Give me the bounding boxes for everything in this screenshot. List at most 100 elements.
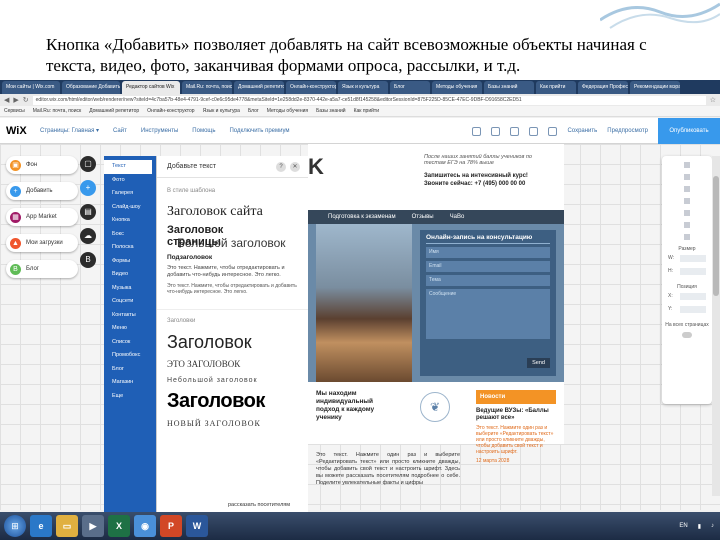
language-indicator[interactable]: EN [679,523,687,529]
send-button[interactable]: Send [527,358,550,368]
bookmark[interactable]: Mail.Ru: почта, поиск [33,108,81,114]
email-field[interactable]: Email [426,261,550,272]
mobile-icon[interactable] [548,126,558,136]
menu-tools[interactable]: Инструменты [141,128,178,134]
browser-tab[interactable]: Образование Добавить [62,81,120,94]
browser-tab[interactable]: Mail.Ru: почта, поиск [182,81,232,94]
duplicate-icon[interactable] [684,198,690,204]
distribute-icon[interactable] [684,234,690,240]
paste-icon[interactable] [684,186,690,192]
category-strip[interactable]: Полоска [104,241,156,255]
media-icon[interactable]: ▶ [82,515,104,537]
browser-tab[interactable]: Домашний репетитор [234,81,284,94]
redo-icon[interactable] [510,126,520,136]
site-nav-item[interactable]: ЧаВо [450,214,465,220]
category-slideshow[interactable]: Слайд-шоу [104,201,156,215]
chrome-icon[interactable]: ◉ [134,515,156,537]
x-input[interactable] [680,293,706,300]
big-heading-item[interactable]: Большой заголовок [177,236,298,250]
desktop-icon[interactable] [529,126,539,136]
heading-big-item[interactable]: Заголовок [167,332,298,353]
bookmark[interactable]: Онлайн-конструктор [147,108,194,114]
close-icon[interactable]: ✕ [290,162,300,172]
url-field[interactable]: editor.wix.com/html/editor/web/renderer/… [32,95,706,105]
category-box[interactable]: Бокс [104,228,156,242]
bookmark[interactable]: Язык и культура [203,108,240,114]
paragraph-item-2[interactable]: Это текст. Нажмите, чтобы отредактироват… [167,283,298,295]
blog-dark-icon[interactable]: B [80,252,96,268]
layers-icon[interactable] [684,162,690,168]
powerpoint-icon[interactable]: P [160,515,182,537]
browser-tab[interactable]: Мои сайты | Wix.com [2,81,60,94]
bookmark[interactable]: Базы знаний [316,108,345,114]
preview-button[interactable]: Предпросмотр [607,128,648,134]
background-dark-icon[interactable]: ▢ [80,156,96,172]
heading-new-item[interactable]: НОВЫЙ ЗАГОЛОВОК [167,419,298,428]
bookmark[interactable]: Методы обучения [267,108,308,114]
ie-icon[interactable]: e [30,515,52,537]
message-field[interactable]: Сообщение [426,289,550,339]
help-icon[interactable]: ? [276,162,286,172]
star-icon[interactable]: ☆ [710,96,720,104]
zoom-icon[interactable] [472,126,482,136]
site-heading-item[interactable]: Заголовок сайта [167,204,298,220]
store-dark-icon[interactable]: ▤ [80,204,96,220]
browser-tab[interactable]: Как прийти [536,81,576,94]
width-input[interactable] [680,255,706,262]
save-button[interactable]: Сохранить [567,128,597,134]
word-icon[interactable]: W [186,515,208,537]
volume-icon[interactable]: ♪ [711,523,714,529]
plus-dark-icon[interactable]: + [80,180,96,196]
category-contacts[interactable]: Контакты [104,309,156,323]
menu-site[interactable]: Сайт [113,128,127,134]
subheading-item[interactable]: Подзаголовок [167,254,298,261]
category-photo[interactable]: Фото [104,174,156,188]
category-blog[interactable]: Блог [104,363,156,377]
site-nav-item[interactable]: Отзывы [412,214,434,220]
browser-tab[interactable]: Федерация Професси [578,81,628,94]
reload-icon[interactable]: ↻ [23,96,29,104]
all-pages-toggle[interactable] [682,332,692,338]
bookmark[interactable]: Домашний репетитор [89,108,139,114]
bookmark[interactable]: Блог [248,108,259,114]
undo-icon[interactable] [491,126,501,136]
canvas-scrollbar[interactable] [712,156,720,496]
scrollbar-thumb[interactable] [713,176,719,296]
pages-dropdown[interactable]: Страницы: Главная ▾ [40,127,99,134]
category-music[interactable]: Музыка [104,282,156,296]
forward-icon[interactable]: ▶ [13,96,18,104]
category-video[interactable]: Видео [104,268,156,282]
publish-button[interactable]: Опубликовать [658,118,720,144]
category-social[interactable]: Соцсети [104,295,156,309]
menu-help[interactable]: Помощь [192,128,215,134]
site-nav-item[interactable]: Подготовка к экзаменам [328,214,396,220]
align-icon[interactable] [684,222,690,228]
add-button[interactable]: + Добавить [6,182,78,200]
category-list[interactable]: Список [104,336,156,350]
category-more[interactable]: Еще [104,390,156,404]
cloud-dark-icon[interactable]: ☁ [80,228,96,244]
browser-tab[interactable]: Онлайн-конструктор [286,81,336,94]
subject-field[interactable]: Тема [426,275,550,286]
copy-icon[interactable] [684,174,690,180]
site-preview[interactable]: K После наших занятий баллы учеников по … [308,144,564,486]
browser-tab[interactable]: Язык и культура [338,81,388,94]
browser-tab-active[interactable]: Редактор сайтов Wix [122,81,180,94]
category-menu[interactable]: Меню [104,322,156,336]
heading-caps-item[interactable]: ЭТО ЗАГОЛОВОК [167,359,298,369]
bookmark[interactable]: Сервисы [4,108,25,114]
paragraph-item-1[interactable]: Это текст. Нажмите, чтобы отредактироват… [167,265,298,279]
start-button[interactable]: ⊞ [4,515,26,537]
browser-tab[interactable]: Базы знаний [484,81,534,94]
my-uploads-button[interactable]: ▲ Мои загрузки [6,234,78,252]
excel-icon[interactable]: X [108,515,130,537]
network-icon[interactable]: ▮ [698,523,701,530]
browser-tab[interactable]: Рекомендации мэра [630,81,680,94]
category-button[interactable]: Кнопка [104,214,156,228]
category-text[interactable]: Текст [104,160,152,174]
browser-tab[interactable]: Блог [390,81,430,94]
delete-icon[interactable] [684,210,690,216]
name-field[interactable]: Имя [426,247,550,258]
heading-small-item[interactable]: Небольшой заголовок [167,377,298,384]
heading-bold-item[interactable]: Заголовок [167,390,298,413]
